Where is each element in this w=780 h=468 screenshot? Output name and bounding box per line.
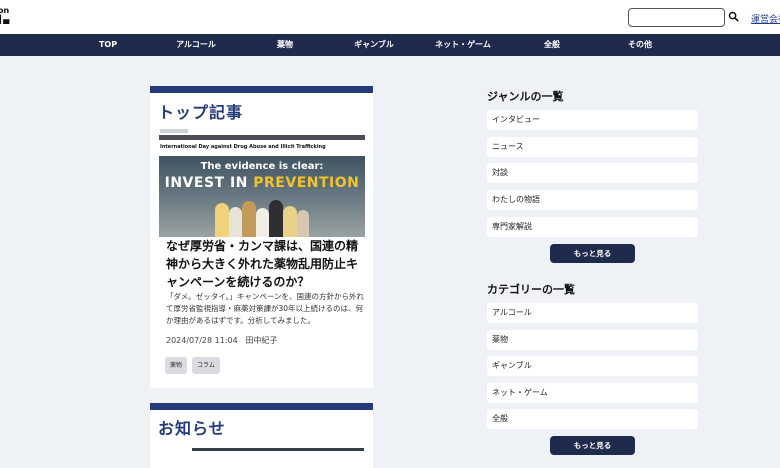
categories-title: カテゴリーの一覧: [487, 283, 575, 296]
article-title[interactable]: なぜ厚労省・カンマ課は、国連の精神から大きく外れた薬物乱用防止キャンペーンを続け…: [166, 237, 366, 291]
nav-item-net-game[interactable]: ネット・ゲーム: [435, 34, 491, 56]
genre-item-expert[interactable]: 専門家解説: [487, 217, 698, 237]
genre-item-dialogue[interactable]: 対談: [487, 163, 698, 183]
thumbnail-caption-line2: INVEST IN PREVENTION: [159, 175, 365, 191]
top-articles-title: トップ記事: [158, 103, 244, 122]
tag-drugs[interactable]: 薬物: [165, 357, 188, 374]
company-link[interactable]: 運営会社: [751, 12, 780, 25]
logo-mark: ▌▄: [0, 15, 9, 24]
thumbnail-headline: International Day against Drug Abuse and…: [160, 144, 326, 150]
photo-person: [269, 200, 283, 237]
nav-item-drugs[interactable]: 薬物: [277, 34, 293, 56]
category-item-net-game[interactable]: ネット・ゲーム: [487, 383, 698, 403]
article-description: 「ダメ。ゼッタイ。」キャンペーンを、国連の方針から外れて厚労省監視指導・麻薬対策…: [166, 292, 364, 325]
genre-item-news[interactable]: ニュース: [487, 137, 698, 157]
thumbnail-site-header: [159, 127, 365, 135]
search-input[interactable]: [628, 8, 725, 27]
thumbnail-caption-line1: The evidence is clear:: [200, 161, 324, 172]
search-icon[interactable]: [728, 11, 739, 22]
news-thumbnail-strip: [192, 448, 364, 451]
news-title: お知らせ: [158, 419, 226, 438]
genres-title: ジャンルの一覧: [487, 90, 564, 103]
main-nav: TOP アルコール 薬物 ギャンブル ネット・ゲーム 全般 その他: [0, 34, 780, 56]
categories-more-button[interactable]: もっと見る: [550, 436, 635, 455]
photo-person: [229, 207, 242, 237]
photo-person: [297, 210, 309, 237]
card-accent-bar: [150, 86, 373, 93]
card-accent-bar: [150, 403, 373, 410]
site-logo[interactable]: on ▌▄: [0, 6, 12, 24]
news-card: お知らせ: [150, 403, 373, 468]
nav-item-general[interactable]: 全般: [544, 34, 560, 56]
category-item-alcohol[interactable]: アルコール: [487, 303, 698, 323]
genres-more-button[interactable]: もっと見る: [550, 244, 635, 263]
category-item-general[interactable]: 全般: [487, 409, 698, 429]
article-thumbnail[interactable]: International Day against Drug Abuse and…: [159, 127, 365, 237]
article-date: 2024/07/28 11:04: [166, 336, 238, 345]
tag-column[interactable]: コラム: [192, 357, 220, 374]
category-item-drugs[interactable]: 薬物: [487, 330, 698, 350]
article-meta: 2024/07/28 11:04 田中紀子: [166, 335, 277, 346]
thumbnail-caption-invest: INVEST IN: [164, 175, 254, 191]
site-header: on ▌▄ 運営会社: [0, 0, 780, 34]
nav-item-other[interactable]: その他: [628, 34, 652, 56]
photo-person: [256, 208, 269, 237]
nav-item-alcohol[interactable]: アルコール: [176, 34, 216, 56]
article-author: 田中紀子: [245, 336, 278, 345]
photo-person: [215, 203, 229, 237]
thumbnail-menu-bar: [159, 135, 365, 140]
thumbnail-caption-prevention: PREVENTION: [253, 175, 360, 191]
photo-person: [242, 201, 256, 237]
thumbnail-photo: The evidence is clear: INVEST IN PREVENT…: [159, 156, 365, 237]
nav-item-gambling[interactable]: ギャンブル: [354, 34, 394, 56]
logo-text: on: [0, 6, 10, 15]
category-item-gambling[interactable]: ギャンブル: [487, 356, 698, 376]
genre-item-my-story[interactable]: わたしの物語: [487, 190, 698, 210]
nav-item-top[interactable]: TOP: [99, 34, 117, 56]
photo-person: [283, 206, 297, 237]
thumbnail-logo: [160, 129, 188, 133]
genre-item-interview[interactable]: インタビュー: [487, 110, 698, 130]
